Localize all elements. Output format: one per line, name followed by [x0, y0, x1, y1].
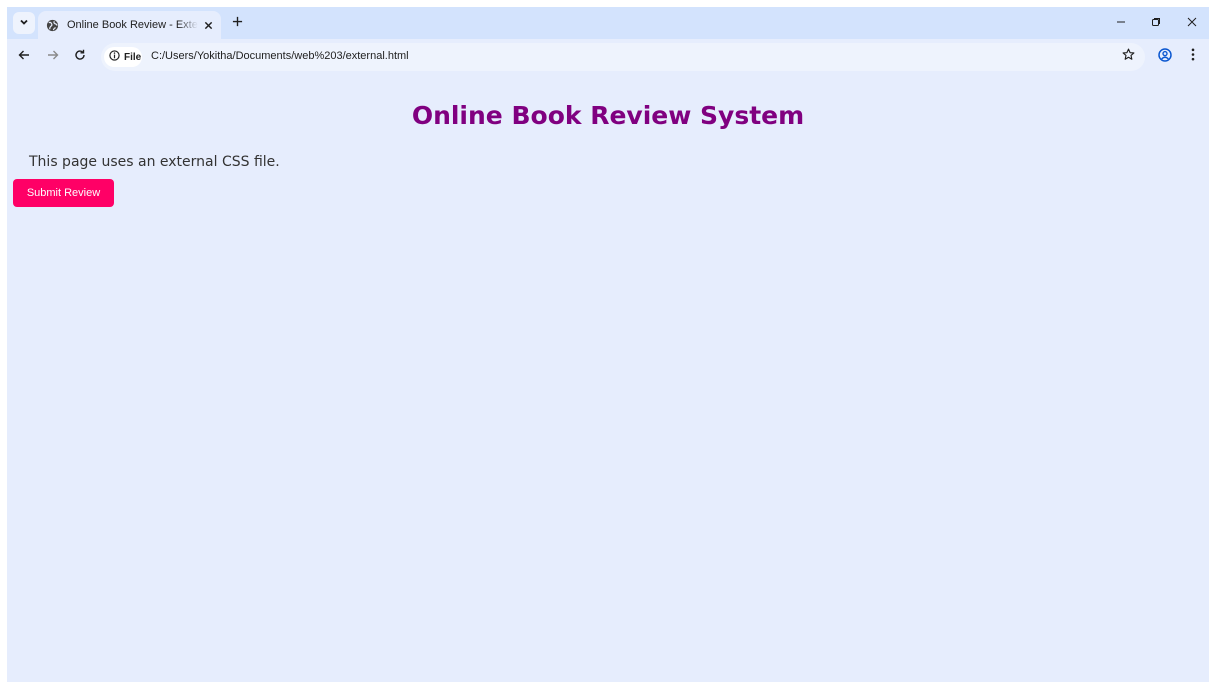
- more-vertical-icon: [1191, 48, 1195, 66]
- tab-title: Online Book Review - External CSS: [67, 19, 198, 31]
- browser-window: Online Book Review - External CSS: [7, 7, 1209, 682]
- menu-button[interactable]: [1184, 48, 1202, 66]
- star-icon: [1122, 48, 1135, 66]
- toolbar: File C:/Users/Yokitha/Documents/web%203/…: [7, 39, 1209, 75]
- new-tab-button[interactable]: [228, 14, 246, 32]
- profile-button[interactable]: [1156, 47, 1174, 67]
- minimize-button[interactable]: [1110, 13, 1132, 33]
- back-button[interactable]: [15, 48, 33, 66]
- page-content: Online Book Review System This page uses…: [7, 75, 1209, 682]
- window-close-button[interactable]: [1181, 13, 1203, 33]
- plus-icon: [232, 14, 243, 32]
- forward-button[interactable]: [44, 48, 62, 66]
- address-bar[interactable]: File C:/Users/Yokitha/Documents/web%203/…: [101, 43, 1145, 71]
- chevron-down-icon: [19, 14, 29, 32]
- tab-active[interactable]: Online Book Review - External CSS: [38, 11, 221, 39]
- restore-icon: [1151, 14, 1161, 32]
- intro-paragraph: This page uses an external CSS file.: [29, 154, 280, 170]
- page-title: Online Book Review System: [411, 101, 805, 130]
- close-icon: [1187, 14, 1197, 32]
- restore-button[interactable]: [1145, 13, 1167, 33]
- reload-icon: [74, 48, 86, 66]
- arrow-left-icon: [18, 48, 30, 66]
- site-info-label: File: [124, 51, 142, 63]
- arrow-right-icon: [47, 48, 59, 66]
- minimize-icon: [1116, 14, 1126, 32]
- reload-button[interactable]: [71, 48, 89, 66]
- site-info-chip[interactable]: File: [104, 47, 142, 67]
- submit-review-button[interactable]: Submit Review: [13, 179, 114, 207]
- url-text[interactable]: C:/Users/Yokitha/Documents/web%203/exter…: [151, 50, 409, 62]
- profile-icon: [1158, 47, 1172, 67]
- tab-search-button[interactable]: [13, 12, 35, 34]
- globe-icon: [45, 18, 59, 32]
- info-icon: [109, 48, 120, 66]
- tab-strip: Online Book Review - External CSS: [7, 7, 1209, 39]
- close-icon[interactable]: [201, 18, 215, 32]
- bookmark-button[interactable]: [1120, 48, 1136, 66]
